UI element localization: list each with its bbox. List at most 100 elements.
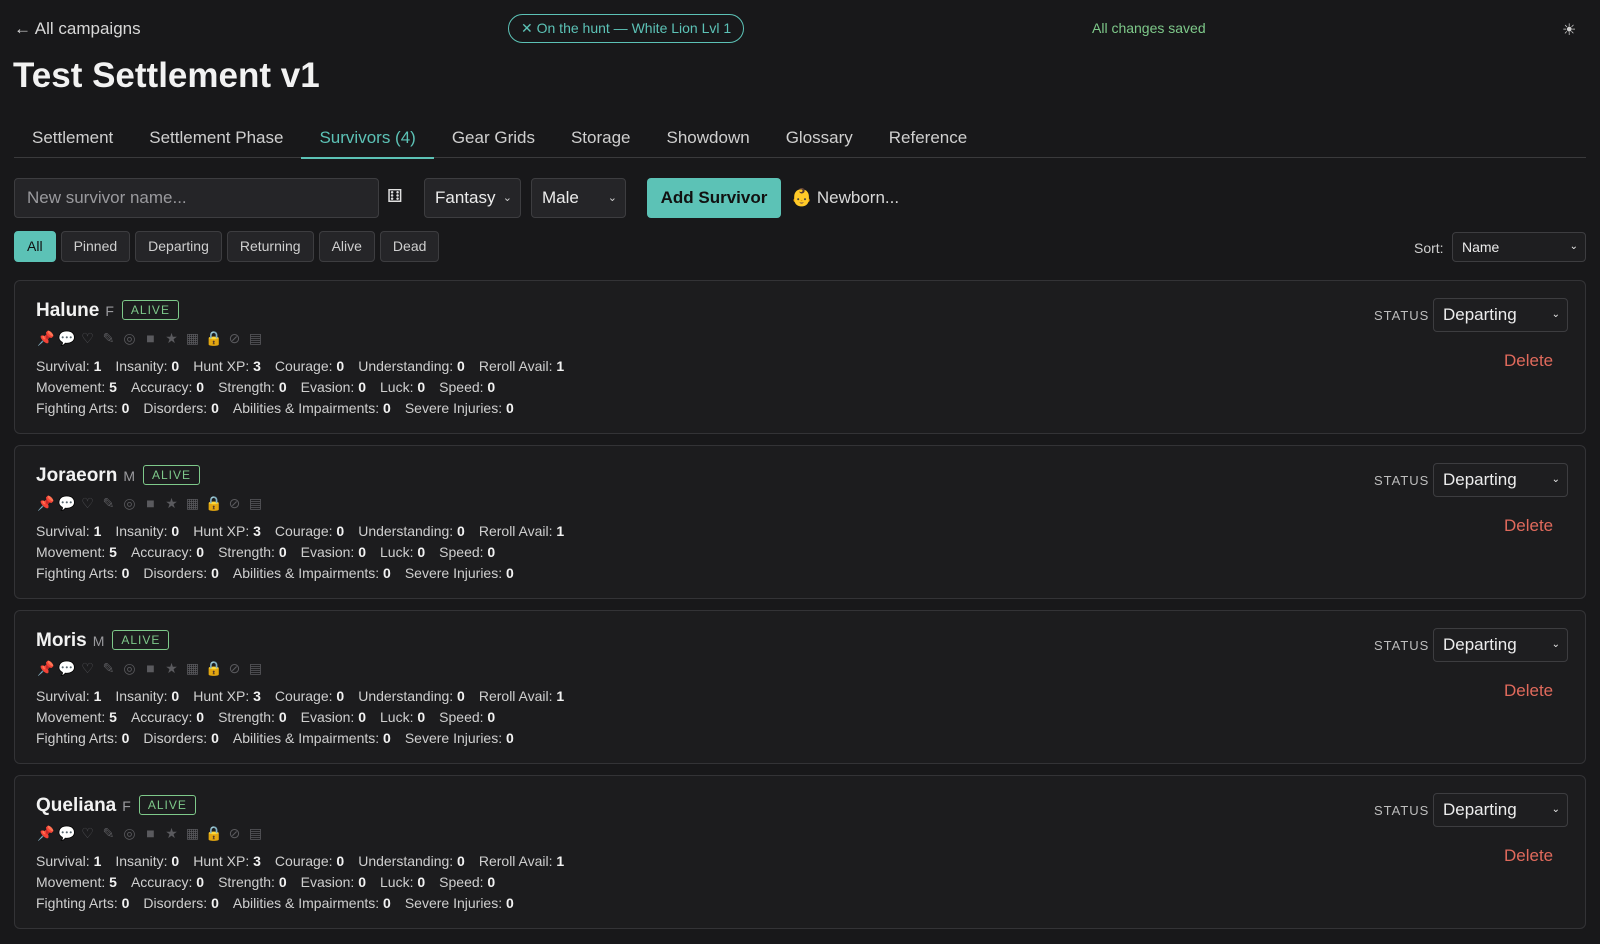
stat-label: Fighting Arts:	[36, 895, 118, 911]
status-select[interactable]: Departing ⌄	[1433, 298, 1568, 332]
stat-hunt-xp: Hunt XP: 3	[193, 853, 261, 869]
lock-icon[interactable]: 🔒	[205, 825, 222, 842]
stat-survival: Survival: 1	[36, 688, 101, 704]
tab-settlement[interactable]: Settlement	[14, 120, 131, 157]
film-icon[interactable]: ▦	[184, 330, 201, 347]
lock-icon[interactable]: 🔒	[205, 660, 222, 677]
tab-survivors[interactable]: Survivors (4)	[301, 120, 435, 159]
stat-value: 3	[253, 358, 261, 374]
notes-icon[interactable]: ▤	[247, 825, 264, 842]
pin-icon[interactable]: 📌	[37, 660, 54, 677]
pin-icon[interactable]: 📌	[37, 330, 54, 347]
survivor-name[interactable]: Joraeorn M ALIVE	[36, 465, 201, 487]
back-to-campaigns-link[interactable]: ← All campaigns	[14, 19, 141, 39]
sort-label: Sort:	[1414, 240, 1444, 256]
stat-courage: Courage: 0	[275, 358, 344, 374]
stat-value: 5	[109, 379, 117, 395]
brain-icon[interactable]: 💬	[58, 330, 75, 347]
stat-label: Courage:	[274, 523, 333, 539]
theme-toggle-icon[interactable]: ☀	[1562, 20, 1576, 40]
survivor-name[interactable]: Moris M ALIVE	[36, 630, 170, 652]
heart-icon[interactable]: ♡	[79, 330, 96, 347]
top-bar: ← All campaigns ✕ On the hunt — White Li…	[0, 0, 1600, 56]
pin-icon[interactable]: 📌	[37, 825, 54, 842]
delete-button[interactable]: Delete	[1504, 846, 1553, 866]
stat-label: Insanity:	[115, 523, 168, 539]
lock-icon[interactable]: 🔒	[205, 330, 222, 347]
feather-icon[interactable]: ✎	[100, 495, 117, 512]
newborn-button[interactable]: 👶 Newborn...	[791, 188, 899, 208]
tab-showdown[interactable]: Showdown	[649, 120, 768, 157]
add-survivor-button[interactable]: Add Survivor	[647, 178, 781, 218]
feather-icon[interactable]: ✎	[100, 330, 117, 347]
feather-icon[interactable]: ✎	[100, 660, 117, 677]
notes-icon[interactable]: ▤	[247, 495, 264, 512]
filter-dead[interactable]: Dead	[379, 231, 440, 262]
status-select[interactable]: Departing ⌄	[1433, 628, 1568, 662]
stat-value: 0	[487, 709, 496, 725]
gender-select[interactable]: Male ⌄	[531, 178, 626, 218]
sort-select[interactable]: Name ⌄	[1452, 232, 1586, 262]
heart-icon[interactable]: ♡	[79, 825, 96, 842]
tab-gear-grids[interactable]: Gear Grids	[434, 120, 553, 157]
pin-icon[interactable]: 📌	[37, 495, 54, 512]
survivor-name[interactable]: Halune F ALIVE	[36, 300, 179, 322]
star-icon[interactable]: ★	[163, 495, 180, 512]
filter-alive[interactable]: Alive	[318, 231, 375, 262]
film-icon[interactable]: ▦	[184, 495, 201, 512]
status-badge: ALIVE	[121, 300, 179, 320]
delete-button[interactable]: Delete	[1504, 516, 1553, 536]
survivor-name[interactable]: Queliana F ALIVE	[36, 795, 196, 817]
tab-storage[interactable]: Storage	[553, 120, 649, 157]
stat-value: 0	[336, 853, 345, 869]
filter-returning[interactable]: Returning	[226, 231, 314, 262]
stat-label: Strength:	[218, 874, 275, 890]
heart-icon[interactable]: ♡	[79, 495, 96, 512]
notes-icon[interactable]: ▤	[247, 660, 264, 677]
survivor-name-input[interactable]	[14, 178, 379, 218]
square-icon[interactable]: ■	[142, 495, 159, 512]
spiral-icon[interactable]: ◎	[121, 660, 138, 677]
spiral-icon[interactable]: ◎	[121, 495, 138, 512]
stat-luck: Luck: 0	[380, 709, 425, 725]
lock-icon[interactable]: 🔒	[205, 495, 222, 512]
film-icon[interactable]: ▦	[184, 660, 201, 677]
stat-label: Severe Injuries:	[404, 730, 503, 746]
stat-value: 5	[109, 709, 117, 725]
filter-pinned[interactable]: Pinned	[60, 231, 131, 262]
stat-evasion: Evasion: 0	[301, 874, 366, 890]
star-icon[interactable]: ★	[163, 825, 180, 842]
tab-glossary[interactable]: Glossary	[768, 120, 871, 157]
tab-settlement-phase[interactable]: Settlement Phase	[131, 120, 301, 157]
tab-reference[interactable]: Reference	[871, 120, 985, 157]
name-style-select[interactable]: Fantasy ⌄	[424, 178, 521, 218]
feather-icon[interactable]: ✎	[100, 825, 117, 842]
star-icon[interactable]: ★	[163, 660, 180, 677]
status-select[interactable]: Departing ⌄	[1433, 463, 1568, 497]
spiral-icon[interactable]: ◎	[121, 825, 138, 842]
film-icon[interactable]: ▦	[184, 825, 201, 842]
delete-button[interactable]: Delete	[1504, 351, 1553, 371]
square-icon[interactable]: ■	[142, 330, 159, 347]
ban-icon[interactable]: ⊘	[226, 330, 243, 347]
filter-departing[interactable]: Departing	[135, 231, 222, 262]
spiral-icon[interactable]: ◎	[121, 330, 138, 347]
ban-icon[interactable]: ⊘	[226, 825, 243, 842]
random-name-dice-icon[interactable]: ⚅	[387, 186, 407, 206]
heart-icon[interactable]: ♡	[79, 660, 96, 677]
delete-button[interactable]: Delete	[1504, 681, 1553, 701]
ban-icon[interactable]: ⊘	[226, 660, 243, 677]
status-select[interactable]: Departing ⌄	[1433, 793, 1568, 827]
star-icon[interactable]: ★	[163, 330, 180, 347]
filter-all[interactable]: All	[14, 231, 56, 262]
notes-icon[interactable]: ▤	[247, 330, 264, 347]
square-icon[interactable]: ■	[142, 825, 159, 842]
ban-icon[interactable]: ⊘	[226, 495, 243, 512]
brain-icon[interactable]: 💬	[58, 660, 75, 677]
hunt-status-pill[interactable]: ✕ On the hunt — White Lion Lvl 1	[508, 14, 745, 43]
stat-label: Insanity:	[115, 358, 168, 374]
square-icon[interactable]: ■	[142, 660, 159, 677]
stat-reroll: Reroll Avail: 1	[479, 853, 564, 869]
brain-icon[interactable]: 💬	[58, 495, 75, 512]
brain-icon[interactable]: 💬	[58, 825, 75, 842]
